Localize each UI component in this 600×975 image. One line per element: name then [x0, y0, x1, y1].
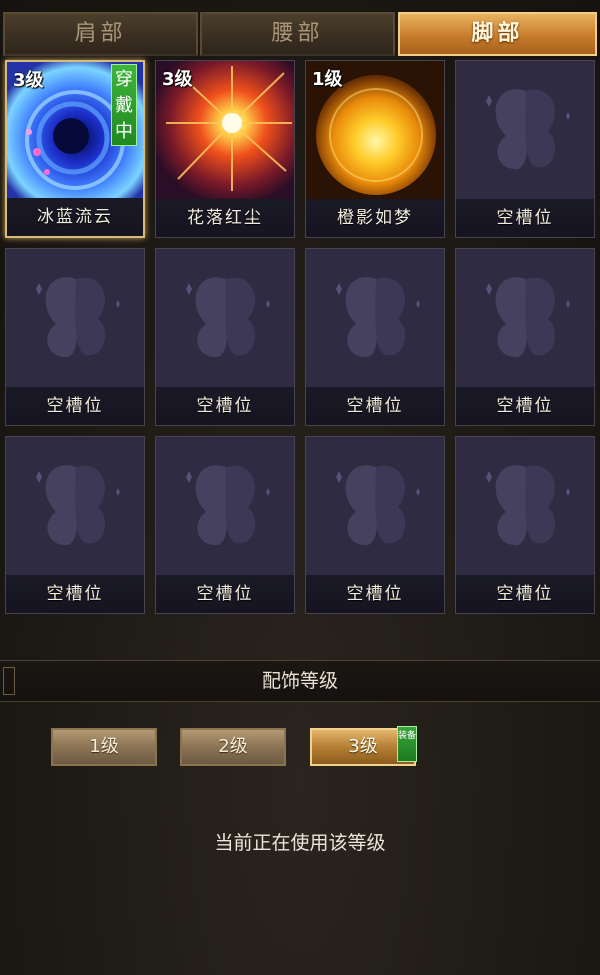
- empty-slot[interactable]: 空槽位: [305, 436, 445, 614]
- butterfly-icon: [156, 437, 294, 575]
- butterfly-icon: [456, 249, 594, 387]
- slot-item[interactable]: 3级 穿戴中 冰蓝流云: [5, 60, 145, 238]
- tab-shoulder[interactable]: 肩部: [3, 12, 198, 56]
- slot-name: 空槽位: [456, 575, 594, 613]
- empty-slot[interactable]: 空槽位: [455, 60, 595, 238]
- butterfly-icon: [456, 61, 594, 199]
- slot-name: 空槽位: [306, 575, 444, 613]
- slot-name: 空槽位: [156, 387, 294, 425]
- slot-name: 冰蓝流云: [7, 198, 143, 236]
- level-label: 1级: [312, 69, 343, 90]
- slot-name: 花落红尘: [156, 199, 294, 237]
- level-2-button[interactable]: 2级: [180, 728, 286, 766]
- empty-slot[interactable]: 空槽位: [455, 436, 595, 614]
- slot-name: 空槽位: [156, 575, 294, 613]
- slot-name: 空槽位: [306, 387, 444, 425]
- equipped-badge: 装备: [397, 726, 417, 762]
- status-text: 当前正在使用该等级: [214, 832, 386, 854]
- butterfly-icon: [306, 437, 444, 575]
- slot-name: 空槽位: [6, 387, 144, 425]
- butterfly-icon: [156, 249, 294, 387]
- section-title: 配饰等级: [261, 670, 338, 692]
- section-header: 配饰等级: [0, 660, 600, 702]
- empty-slot[interactable]: 空槽位: [5, 436, 145, 614]
- category-tabs: 肩部 腰部 脚部: [0, 12, 600, 58]
- slot-name: 空槽位: [456, 199, 594, 237]
- slot-item[interactable]: 1级 橙影如梦: [305, 60, 445, 238]
- tab-waist[interactable]: 腰部: [200, 12, 395, 56]
- empty-slot[interactable]: 空槽位: [155, 248, 295, 426]
- slot-name: 空槽位: [6, 575, 144, 613]
- slot-name: 橙影如梦: [306, 199, 444, 237]
- level-label: 3级: [13, 70, 44, 91]
- empty-slot[interactable]: 空槽位: [155, 436, 295, 614]
- empty-slot[interactable]: 空槽位: [305, 248, 445, 426]
- level-label: 3级: [162, 69, 193, 90]
- slot-item[interactable]: 3级 花落红尘: [155, 60, 295, 238]
- butterfly-icon: [6, 437, 144, 575]
- butterfly-icon: [6, 249, 144, 387]
- slot-name: 空槽位: [456, 387, 594, 425]
- empty-slot[interactable]: 空槽位: [455, 248, 595, 426]
- empty-slot[interactable]: 空槽位: [5, 248, 145, 426]
- tab-foot[interactable]: 脚部: [398, 12, 597, 56]
- butterfly-icon: [306, 249, 444, 387]
- level-1-button[interactable]: 1级: [51, 728, 157, 766]
- accessory-panel: 肩部 腰部 脚部 3级 穿戴中 冰蓝流云 3级 花落红尘 1级 橙影如梦 空槽位…: [0, 0, 600, 975]
- wearing-badge: 穿戴中: [111, 64, 137, 146]
- butterfly-icon: [456, 437, 594, 575]
